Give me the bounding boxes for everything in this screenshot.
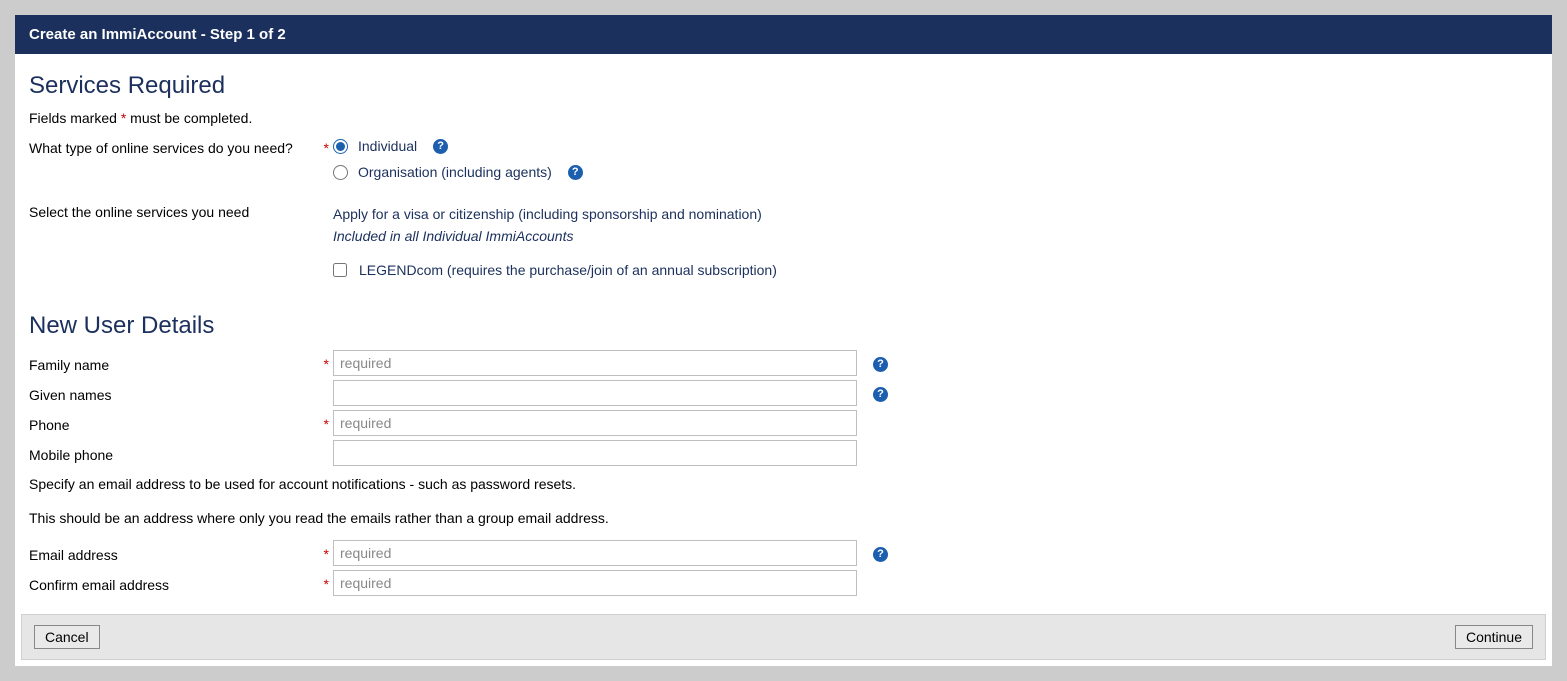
email-input[interactable]	[333, 540, 857, 566]
mobile-input[interactable]	[333, 440, 857, 466]
help-icon[interactable]: ?	[873, 357, 888, 372]
button-bar: Cancel Continue	[21, 614, 1546, 660]
confirm-email-row: Confirm email address *	[29, 570, 1538, 596]
confirm-email-label: Confirm email address	[29, 573, 319, 593]
help-icon[interactable]: ?	[568, 165, 583, 180]
included-note: Included in all Individual ImmiAccounts	[333, 228, 777, 244]
select-services-row: Select the online services you need Appl…	[29, 202, 1538, 278]
phone-label: Phone	[29, 413, 319, 433]
email-label: Email address	[29, 543, 319, 563]
section-heading-user: New User Details	[29, 312, 1538, 340]
form-panel: Create an ImmiAccount - Step 1 of 2 Serv…	[14, 14, 1553, 667]
mobile-row: Mobile phone	[29, 440, 1538, 466]
cancel-button[interactable]: Cancel	[34, 625, 100, 649]
required-fields-note: Fields marked * must be completed.	[29, 110, 1538, 126]
service-type-label: What type of online services do you need…	[29, 138, 319, 156]
given-names-label: Given names	[29, 383, 319, 403]
checkbox-legendcom[interactable]	[333, 263, 347, 277]
help-icon[interactable]: ?	[873, 387, 888, 402]
phone-input[interactable]	[333, 410, 857, 436]
given-names-row: Given names ?	[29, 380, 1538, 406]
email-info-1: Specify an email address to be used for …	[29, 476, 1538, 492]
mobile-label: Mobile phone	[29, 443, 319, 463]
required-marker: *	[324, 140, 329, 156]
phone-row: Phone *	[29, 410, 1538, 436]
page-title: Create an ImmiAccount - Step 1 of 2	[29, 26, 286, 43]
family-name-input[interactable]	[333, 350, 857, 376]
confirm-email-input[interactable]	[333, 570, 857, 596]
email-row: Email address * ?	[29, 540, 1538, 566]
continue-button[interactable]: Continue	[1455, 625, 1533, 649]
given-names-input[interactable]	[333, 380, 857, 406]
content-area: Services Required Fields marked * must b…	[15, 54, 1552, 606]
help-icon[interactable]: ?	[873, 547, 888, 562]
email-info-2: This should be an address where only you…	[29, 510, 1538, 526]
checkbox-legendcom-label[interactable]: LEGENDcom (requires the purchase/join of…	[359, 262, 777, 278]
select-services-label: Select the online services you need	[29, 202, 319, 220]
radio-organisation-label[interactable]: Organisation (including agents)	[358, 164, 552, 180]
header-bar: Create an ImmiAccount - Step 1 of 2	[15, 15, 1552, 54]
family-name-row: Family name * ?	[29, 350, 1538, 376]
radio-organisation[interactable]	[333, 165, 348, 180]
visa-service-desc: Apply for a visa or citizenship (includi…	[333, 206, 777, 222]
help-icon[interactable]: ?	[433, 139, 448, 154]
service-type-row: What type of online services do you need…	[29, 138, 1538, 180]
radio-individual-label[interactable]: Individual	[358, 138, 417, 154]
family-name-label: Family name	[29, 353, 319, 373]
service-type-radio-group: Individual ? Organisation (including age…	[333, 138, 583, 180]
radio-individual[interactable]	[333, 139, 348, 154]
section-heading-services: Services Required	[29, 72, 1538, 100]
